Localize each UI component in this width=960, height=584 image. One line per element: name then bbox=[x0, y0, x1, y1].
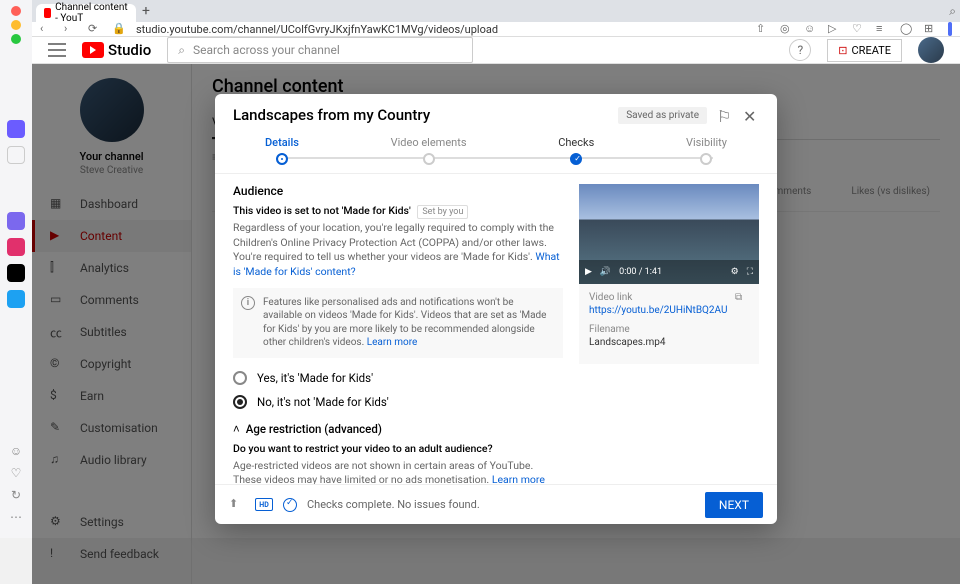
browser-tab[interactable]: Channel content - YouT bbox=[36, 4, 136, 22]
url-field[interactable]: studio.youtube.com/channel/UColfGvryJKxj… bbox=[136, 23, 746, 36]
play-icon[interactable]: ▶ bbox=[585, 267, 592, 277]
play-icon[interactable]: ▷ bbox=[828, 22, 842, 36]
age-desc: Age-restricted videos are not shown in c… bbox=[233, 459, 533, 484]
create-icon: ⊡ bbox=[838, 44, 847, 57]
lock-icon: 🔒 bbox=[112, 22, 126, 36]
share-icon[interactable]: ⇧ bbox=[756, 22, 770, 36]
new-tab-button[interactable]: + bbox=[142, 3, 150, 19]
back-button[interactable]: ‹ bbox=[40, 22, 54, 36]
tiktok-icon[interactable] bbox=[7, 264, 25, 282]
saved-badge: Saved as private bbox=[618, 107, 707, 124]
os-app-icon[interactable] bbox=[7, 212, 25, 230]
step-video-elements[interactable]: Video elements bbox=[391, 136, 467, 165]
step-details[interactable]: Details bbox=[265, 136, 299, 165]
volume-icon[interactable]: 🔊 bbox=[600, 267, 611, 277]
fullscreen-icon[interactable]: ⛶ bbox=[747, 267, 753, 277]
extensions-icon[interactable]: ⊞ bbox=[924, 22, 938, 36]
learn-more-link[interactable]: Learn more bbox=[367, 337, 418, 348]
filename: Landscapes.mp4 bbox=[589, 337, 749, 348]
bookmark-icon[interactable] bbox=[7, 146, 25, 164]
age-question: Do you want to restrict your video to an… bbox=[233, 442, 563, 455]
avatar[interactable] bbox=[918, 37, 944, 63]
hd-icon: HD bbox=[255, 498, 273, 511]
feedback-icon[interactable]: ⚐ bbox=[717, 107, 733, 123]
create-button[interactable]: ⊡ CREATE bbox=[827, 39, 902, 62]
account-icon[interactable] bbox=[948, 22, 952, 36]
more-icon[interactable]: ⋯ bbox=[10, 510, 22, 524]
logo-text: Studio bbox=[108, 41, 151, 59]
reload-button[interactable]: ⟳ bbox=[88, 22, 102, 36]
profile-icon[interactable]: ◯ bbox=[900, 22, 914, 36]
next-button[interactable]: NEXT bbox=[705, 492, 763, 518]
camera-icon[interactable]: ◎ bbox=[780, 22, 794, 36]
upload-icon: ⬆ bbox=[229, 497, 245, 513]
address-bar: ‹ › ⟳ 🔒 studio.youtube.com/channel/UColf… bbox=[32, 22, 960, 37]
smile-icon[interactable]: ☺ bbox=[804, 22, 818, 36]
video-link-label: Video link bbox=[589, 292, 727, 303]
step-visibility[interactable]: Visibility bbox=[686, 136, 727, 165]
heart-icon[interactable]: ♡ bbox=[11, 466, 22, 480]
upload-modal: Landscapes from my Country Saved as priv… bbox=[215, 94, 777, 524]
audience-heading: Audience bbox=[233, 184, 563, 198]
create-label: CREATE bbox=[852, 44, 892, 57]
modal-overlay: Landscapes from my Country Saved as priv… bbox=[32, 64, 960, 584]
radio-icon bbox=[233, 395, 247, 409]
video-link[interactable]: https://youtu.be/2UHiNtBQ2AU bbox=[589, 305, 727, 316]
search-icon: ⌕ bbox=[178, 43, 185, 58]
list-icon[interactable]: ≡ bbox=[876, 22, 890, 36]
youtube-icon bbox=[82, 42, 104, 58]
menu-button[interactable] bbox=[48, 43, 66, 57]
chevron-up-icon: ˄ bbox=[233, 422, 240, 436]
twitter-icon[interactable] bbox=[7, 290, 25, 308]
checks-status: Checks complete. No issues found. bbox=[307, 498, 480, 511]
os-app-icon[interactable] bbox=[7, 120, 25, 138]
audience-desc: Regardless of your location, you're lega… bbox=[233, 221, 554, 263]
radio-made-for-kids-yes[interactable]: Yes, it's 'Made for Kids' bbox=[233, 366, 563, 390]
radio-icon bbox=[233, 371, 247, 385]
heart-icon[interactable]: ♡ bbox=[852, 22, 866, 36]
filename-label: Filename bbox=[589, 324, 749, 335]
gear-icon[interactable]: ⚙ bbox=[731, 267, 739, 277]
check-icon bbox=[283, 498, 297, 512]
tab-title: Channel content - YouT bbox=[55, 2, 128, 24]
step-checks[interactable]: Checks bbox=[558, 136, 594, 165]
history-icon[interactable]: ↻ bbox=[11, 488, 21, 502]
youtube-icon bbox=[44, 8, 51, 18]
modal-title: Landscapes from my Country bbox=[233, 106, 608, 124]
age-restriction-toggle[interactable]: ˄ Age restriction (advanced) bbox=[233, 422, 563, 436]
close-icon[interactable]: ✕ bbox=[743, 107, 759, 123]
preview-time: 0:00 / 1:41 bbox=[619, 267, 662, 277]
age-learn-more-link[interactable]: Learn more bbox=[492, 473, 545, 484]
audience-status: This video is set to not 'Made for Kids' bbox=[233, 204, 411, 217]
studio-logo[interactable]: Studio bbox=[82, 41, 151, 59]
search-tabs-icon[interactable]: ⌕ bbox=[949, 4, 956, 19]
set-by-you-badge: Set by you bbox=[417, 205, 468, 219]
search-placeholder: Search across your channel bbox=[193, 43, 340, 57]
help-button[interactable]: ? bbox=[789, 39, 811, 61]
radio-made-for-kids-no[interactable]: No, it's not 'Made for Kids' bbox=[233, 390, 563, 414]
video-preview[interactable]: ▶ 🔊 0:00 / 1:41 ⚙ ⛶ bbox=[579, 184, 759, 284]
forward-button[interactable]: › bbox=[64, 22, 78, 36]
copy-icon[interactable]: ⧉ bbox=[735, 292, 749, 306]
info-icon: i bbox=[241, 296, 255, 310]
search-input[interactable]: ⌕ Search across your channel bbox=[167, 37, 473, 63]
instagram-icon[interactable] bbox=[7, 238, 25, 256]
smile-icon[interactable]: ☺ bbox=[10, 444, 22, 458]
